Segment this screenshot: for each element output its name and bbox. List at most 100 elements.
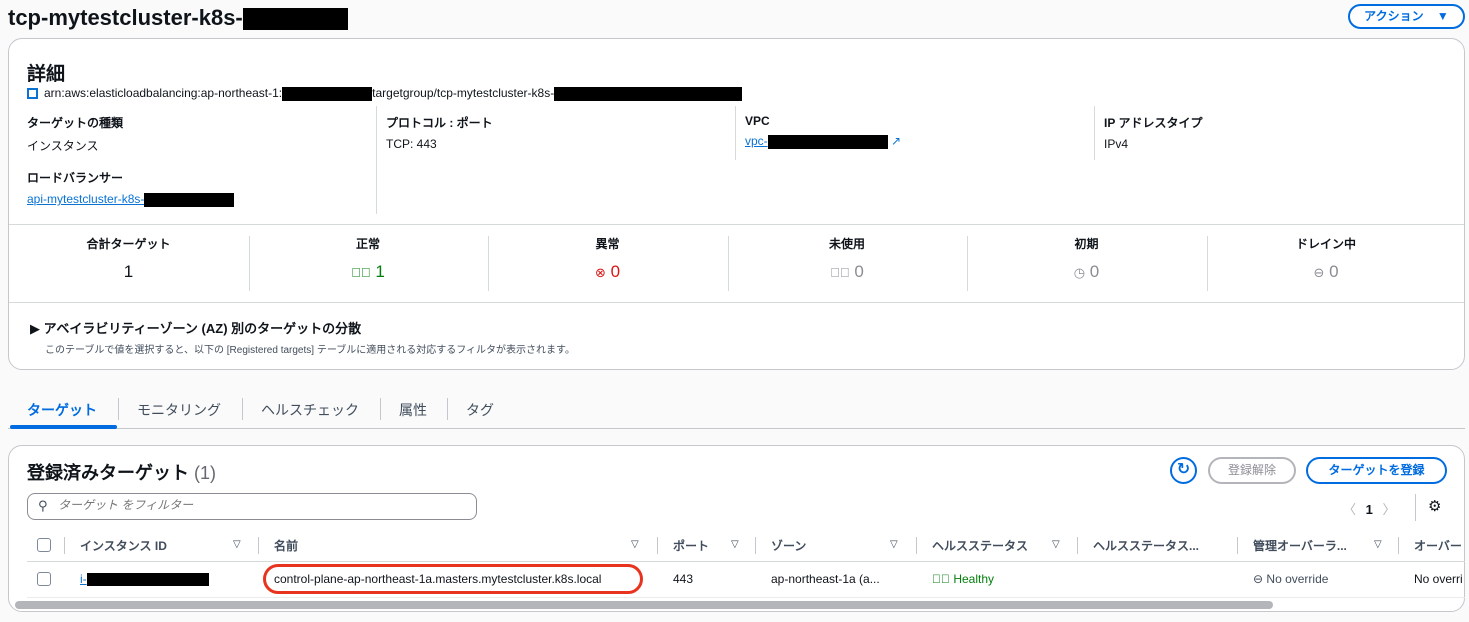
column-header-2[interactable]: ポート (673, 537, 709, 554)
column-header-4[interactable]: ヘルスステータス (932, 537, 1028, 554)
row-checkbox[interactable] (37, 572, 51, 586)
target-type-value: インスタンス (27, 139, 99, 153)
sort-icon[interactable]: ▽ (233, 539, 241, 550)
actions-button[interactable]: アクション ▼ (1348, 4, 1465, 29)
stat-2: 異常 ⊗ 0 (488, 235, 727, 282)
stat-value: 0 (1089, 262, 1100, 281)
title-text: tcp-mytestcluster-k8s- (8, 5, 243, 30)
port: 443 (673, 572, 694, 586)
targets-title: 登録済みターゲット (27, 463, 189, 483)
vpc-label: VPC (745, 114, 770, 128)
search-icon: ⚲ (38, 498, 48, 513)
page-title: tcp-mytestcluster-k8s- (8, 5, 348, 31)
stat-label: 異常 (595, 237, 620, 251)
stat-label: 正常 (355, 237, 380, 251)
protocol-label: プロトコル : ポート (386, 116, 493, 130)
caret-right-icon: ▶ (30, 321, 44, 336)
vpc-link[interactable]: vpc- (745, 134, 768, 148)
refresh-icon: ↻ (1176, 461, 1191, 478)
next-page-icon[interactable]: 〉 (1383, 502, 1396, 517)
health-text: Healthy (953, 572, 995, 586)
arn-prefix: arn:aws:elasticloadbalancing:ap-northeas… (44, 86, 283, 100)
arn: arn:aws:elasticloadbalancing:ap-northeas… (27, 86, 743, 101)
stat-3: 未使用 ⋯⃝ 0 (728, 235, 967, 282)
arn-middle: targetgroup/tcp-mytestcluster-k8s- (372, 86, 555, 100)
minus-circle-icon: ⊖ (1253, 572, 1264, 586)
prev-page-icon[interactable]: 〈 (1343, 502, 1356, 517)
column-header-3[interactable]: ゾーン (771, 537, 806, 554)
register-label: ターゲットを登録 (1328, 463, 1425, 477)
instance-id-link[interactable]: i- (80, 572, 87, 586)
clock-icon: ◷ (1073, 265, 1086, 280)
lb-link[interactable]: api-mytestcluster-k8s- (27, 192, 144, 206)
deregister-button[interactable]: 登録解除 (1208, 457, 1296, 484)
deregister-label: 登録解除 (1227, 463, 1276, 477)
protocol-value: TCP: 443 (386, 137, 437, 151)
settings-icon[interactable]: ⚙ (1428, 497, 1441, 515)
protocol: プロトコル : ポート TCP: 443 (386, 114, 493, 151)
copy-icon[interactable] (27, 88, 38, 100)
override: No overri (1414, 572, 1463, 586)
tab-3[interactable]: 属性 (399, 400, 427, 420)
column-header-0[interactable]: インスタンス ID (80, 537, 167, 554)
tab-2[interactable]: ヘルスチェック (261, 400, 359, 420)
sort-icon[interactable]: ▽ (731, 539, 739, 550)
x-circle-icon: ⊗ (594, 265, 606, 280)
select-all-checkbox[interactable] (37, 538, 51, 552)
pagination: 〈 1 〉 (1343, 499, 1396, 518)
stat-label: 初期 (1074, 237, 1099, 251)
stat-value: 0 (1329, 262, 1339, 281)
column-header-7[interactable]: オーバー (1414, 537, 1465, 554)
stat-1: 正常 ✓⃝ 1 (249, 235, 488, 282)
check-circle-icon: ✓⃝ (351, 265, 371, 280)
targets-heading: 登録済みターゲット (1) (27, 459, 216, 485)
ip-type-label: IP アドレスタイプ (1104, 116, 1203, 130)
external-link-icon[interactable]: ↗ (891, 134, 901, 148)
register-targets-button[interactable]: ターゲットを登録 (1306, 457, 1447, 484)
admin-override: ⊖ No override (1253, 572, 1328, 586)
sort-icon[interactable]: ▽ (1052, 539, 1060, 550)
check-circle-icon: ✓⃝ (932, 572, 950, 586)
stat-value: 1 (123, 262, 134, 281)
tab-1[interactable]: モニタリング (137, 400, 221, 420)
instance-id: i- (80, 572, 209, 587)
stat-label: 合計ターゲット (86, 237, 171, 251)
sort-icon[interactable]: ▽ (1374, 539, 1382, 550)
az-title: アベイラビリティーゾーン (AZ) 別のターゲットの分散 (43, 321, 362, 336)
column-header-1[interactable]: 名前 (274, 537, 298, 554)
stat-4: 初期 ◷ 0 (967, 235, 1206, 282)
column-header-5[interactable]: ヘルスステータス... (1093, 537, 1199, 554)
ip-type-value: IPv4 (1104, 137, 1129, 151)
active-tab-indicator (10, 425, 117, 429)
tab-0[interactable]: ターゲット (27, 400, 97, 420)
page-number[interactable]: 1 (1366, 502, 1373, 517)
column-header-6[interactable]: 管理オーバーラ... (1253, 537, 1347, 554)
target-type: ターゲットの種類 インスタンス (27, 114, 123, 154)
highlight-circle (263, 564, 643, 594)
scrollbar[interactable] (15, 601, 1273, 609)
refresh-button[interactable]: ↻ (1170, 457, 1197, 484)
stat-label: ドレイン中 (1295, 237, 1356, 251)
stat-value: 0 (610, 262, 621, 281)
ellipsis-circle-icon: ⋯⃝ (830, 265, 850, 280)
sort-icon[interactable]: ▽ (631, 539, 639, 550)
sort-icon[interactable]: ▽ (890, 539, 898, 550)
load-balancer: ロードバランサー api-mytestcluster-k8s- (27, 169, 235, 207)
health-status: ✓⃝ Healthy (932, 572, 994, 586)
filter-input[interactable]: ⚲ (27, 493, 477, 520)
minus-circle-icon: ⊖ (1313, 265, 1325, 280)
vpc: VPC vpc- ↗ (745, 114, 901, 149)
filter-field[interactable] (58, 498, 458, 512)
zone: ap-northeast-1a (a... (771, 572, 880, 586)
target-type-label: ターゲットの種類 (27, 116, 124, 130)
admin-override-text: No override (1266, 572, 1329, 586)
caret-down-icon: ▼ (1436, 9, 1449, 23)
tab-4[interactable]: タグ (466, 400, 494, 420)
ip-type: IP アドレスタイプ IPv4 (1104, 114, 1202, 151)
stat-5: ドレイン中 ⊖ 0 (1207, 235, 1446, 282)
targets-count: (1) (194, 463, 217, 483)
az-distribution-toggle[interactable]: ▶ アベイラビリティーゾーン (AZ) 別のターゲットの分散 (30, 318, 361, 337)
stat-value: 1 (375, 262, 385, 281)
stat-0: 合計ターゲット 1 (9, 235, 248, 282)
stat-label: 未使用 (828, 237, 865, 251)
